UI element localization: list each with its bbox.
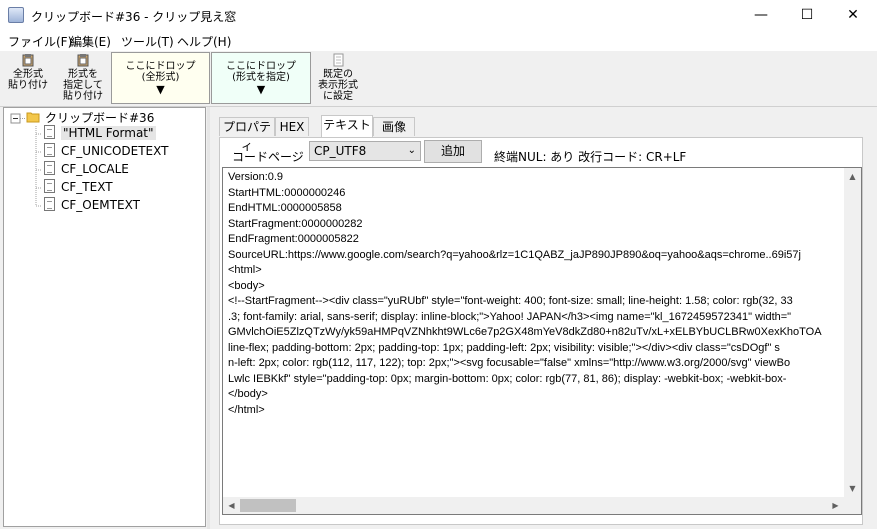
drop-all-line1: ここにドロップ — [125, 61, 196, 72]
scroll-down-icon[interactable]: ▼ — [844, 480, 861, 497]
codepage-value: CP_UTF8 — [314, 144, 367, 158]
close-button[interactable]: ✕ — [830, 0, 876, 31]
text-line: EndHTML:0000005858 — [228, 202, 342, 214]
document-icon — [333, 53, 344, 67]
paste-all-button[interactable]: 全形式 貼り付け — [6, 53, 50, 91]
text-line: </html> — [228, 403, 265, 416]
tree-item-cf-locale[interactable]: CF_LOCALE — [44, 161, 129, 177]
chevron-down-icon: ⌄ — [407, 145, 416, 156]
document-icon — [44, 143, 55, 157]
horizontal-scrollbar[interactable]: ◀ ▶ — [223, 497, 844, 514]
tree-root[interactable]: クリップボード#36 — [26, 109, 154, 125]
tree-item-label: CF_LOCALE — [61, 162, 129, 176]
menu-file[interactable]: ファイル(F) — [8, 33, 72, 50]
horizontal-scroll-thumb[interactable] — [240, 499, 296, 512]
text-line: Version:0.9 — [228, 171, 284, 183]
paste-all-line2: 貼り付け — [8, 80, 48, 91]
text-line: Lwlc IEBKkf" style="padding-top: 0px; ma… — [228, 372, 787, 385]
default-fmt-line1: 既定の — [323, 69, 353, 80]
codepage-label: コードページ — [232, 150, 304, 164]
format-tree[interactable]: クリップボード#36 "HTML Format" CF_UNICODETEXT … — [3, 107, 206, 527]
tree-item-label: CF_OEMTEXT — [61, 198, 140, 212]
tree-item-label: CF_TEXT — [61, 180, 113, 194]
document-icon — [44, 179, 55, 193]
menu-edit[interactable]: 編集(E) — [70, 33, 111, 50]
text-line: StartFragment:0000000282 — [228, 217, 363, 230]
maximize-button[interactable]: ☐ — [784, 0, 830, 31]
text-line: line-flex; padding-bottom: 2px; padding-… — [228, 341, 780, 354]
drop-arrow-icon: ▼ — [256, 83, 266, 96]
clipboard-icon — [22, 54, 34, 67]
tab-text[interactable]: テキスト — [321, 115, 373, 137]
window-title: クリップボード#36 - クリップ見え窓 — [31, 10, 237, 24]
vertical-scrollbar[interactable]: ▲ ▼ — [844, 168, 861, 497]
tree-item-cf-unicodetext[interactable]: CF_UNICODETEXT — [44, 143, 168, 159]
set-default-format-button[interactable]: 既定の 表示形式 に設定 — [314, 53, 362, 102]
text-line: <!--StartFragment--><div class="yuRUbf" … — [228, 295, 793, 307]
drop-spec-line1: ここにドロップ — [226, 61, 296, 72]
drop-arrow-icon: ▼ — [156, 83, 165, 96]
drop-zone-all-formats[interactable]: ここにドロップ (全形式) ▼ — [111, 52, 210, 104]
text-line: EndFragment:0000005822 — [228, 233, 359, 245]
drop-spec-line2: (形式を指定) — [232, 72, 290, 83]
text-line: </body> — [228, 388, 268, 400]
text-line: <html> — [228, 264, 262, 276]
text-content: Version:0.9 StartHTML:0000000246 EndHTML:0… — [228, 170, 840, 495]
document-icon — [44, 161, 55, 175]
add-button[interactable]: 追加 — [424, 140, 482, 163]
text-line: n-left: 2px; color: rgb(112, 117, 122); … — [228, 357, 791, 369]
terminator-newline-info: 終端NUL: あり 改行コード: CR+LF — [494, 150, 687, 164]
paste-all-line1: 全形式 — [13, 69, 43, 80]
scroll-right-icon[interactable]: ▶ — [827, 497, 844, 514]
toolbar: 全形式 貼り付け 形式を 指定して 貼り付け ここにドロップ (全形式) ▼ こ… — [0, 51, 877, 107]
text-line: <body> — [228, 279, 265, 292]
paste-specified-button[interactable]: 形式を 指定して 貼り付け — [60, 53, 106, 102]
paste-spec-line3: 貼り付け — [63, 91, 103, 102]
tree-item-label: "HTML Format" — [61, 126, 156, 140]
drop-all-line2: (全形式) — [141, 72, 180, 83]
tree-item-cf-text[interactable]: CF_TEXT — [44, 179, 113, 195]
menu-tools[interactable]: ツール(T) — [121, 33, 174, 50]
text-line: StartHTML:0000000246 — [228, 186, 346, 199]
text-line: GMvlchOiE5ZlzQTzWy/yk59aHMPqVZNhkht9WLc6… — [228, 326, 822, 338]
default-fmt-line3: に設定 — [323, 91, 353, 102]
tab-properties[interactable]: プロパティ — [219, 117, 275, 153]
scroll-left-icon[interactable]: ◀ — [223, 497, 240, 514]
folder-icon — [26, 112, 40, 123]
tab-hex[interactable]: HEX — [275, 117, 309, 136]
document-icon — [44, 197, 55, 211]
paste-spec-line1: 形式を — [68, 69, 98, 80]
clipboard-icon — [77, 54, 89, 67]
scroll-up-icon[interactable]: ▲ — [844, 168, 861, 185]
tree-item-label: CF_UNICODETEXT — [61, 144, 169, 158]
drop-zone-specified-format[interactable]: ここにドロップ (形式を指定) ▼ — [211, 52, 311, 104]
default-fmt-line2: 表示形式 — [318, 80, 358, 91]
tab-image[interactable]: 画像 — [373, 117, 415, 136]
paste-spec-line2: 指定して — [63, 80, 103, 91]
menu-help[interactable]: ヘルプ(H) — [177, 33, 231, 50]
document-icon — [44, 125, 55, 139]
tree-root-label: クリップボード#36 — [45, 111, 155, 125]
menu-bar: ファイル(F) 編集(E) ツール(T) ヘルプ(H) — [0, 31, 877, 51]
app-icon — [8, 7, 24, 23]
codepage-select[interactable]: CP_UTF8 ⌄ — [309, 141, 421, 161]
scrollbar-corner — [844, 497, 861, 514]
text-line: .3; font-family: arial, sans-serif; disp… — [228, 310, 792, 323]
minimize-button[interactable]: — — [738, 0, 784, 31]
text-line: SourceURL:https://www.google.com/search?… — [228, 248, 801, 261]
tree-item-html-format[interactable]: "HTML Format" — [44, 125, 156, 141]
tree-item-cf-oemtext[interactable]: CF_OEMTEXT — [44, 197, 140, 213]
text-content-area[interactable]: Version:0.9 StartHTML:0000000246 EndHTML:0… — [222, 167, 862, 515]
title-bar: クリップボード#36 - クリップ見え窓 — ☐ ✕ — [0, 0, 877, 31]
